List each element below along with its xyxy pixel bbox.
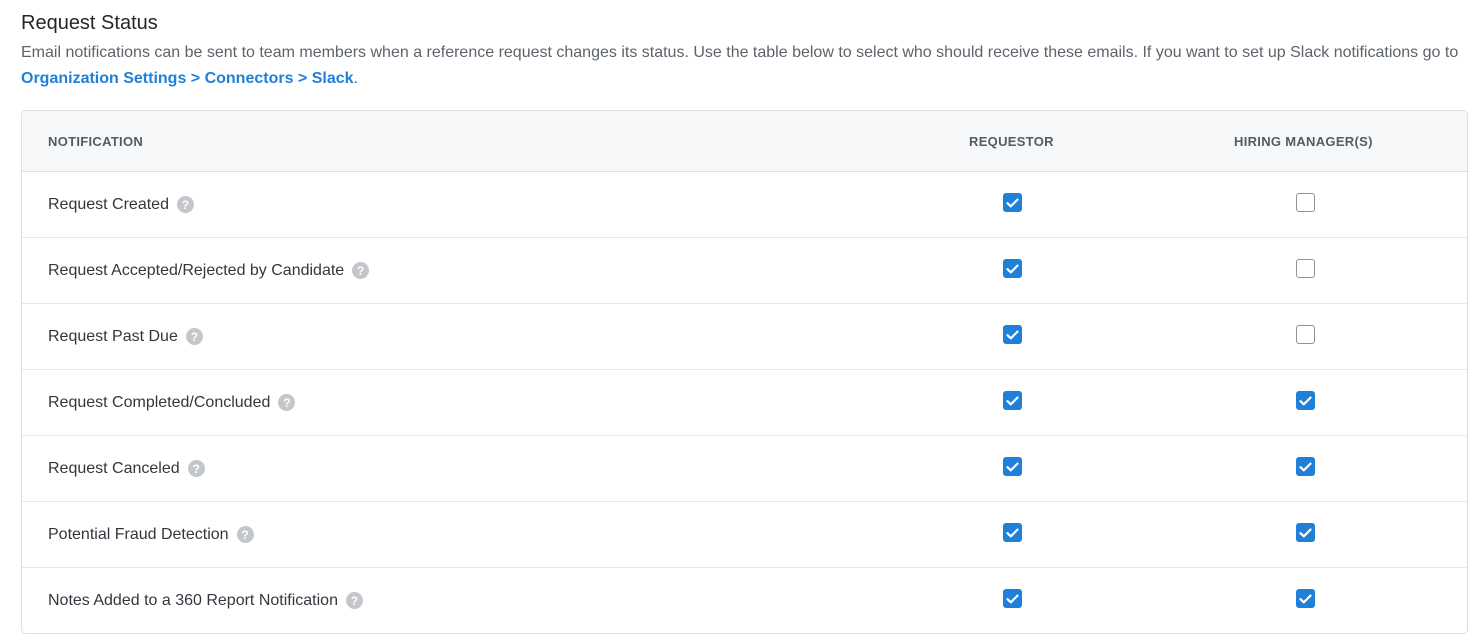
requestor-checkbox[interactable] — [1003, 589, 1022, 608]
section-title: Request Status — [21, 12, 158, 34]
requestor-checkbox[interactable] — [1003, 457, 1022, 476]
table-row: Notes Added to a 360 Report Notification… — [22, 568, 1467, 633]
question-circle-icon[interactable]: ? — [278, 394, 296, 411]
hiring-manager-checkbox[interactable] — [1296, 457, 1315, 476]
table-body: Request Created? Request Accepted/Rejecte… — [22, 172, 1467, 633]
header-notification: NOTIFICATION — [48, 133, 144, 149]
notification-label: Request Accepted/Rejected by Candidate — [48, 261, 345, 279]
notification-label: Request Canceled — [48, 459, 180, 477]
question-circle-icon[interactable]: ? — [187, 460, 205, 477]
slack-settings-link[interactable]: Organization Settings > Connectors > Sla… — [21, 70, 354, 87]
hiring-manager-checkbox[interactable] — [1296, 325, 1315, 344]
question-circle-icon[interactable]: ? — [185, 328, 203, 345]
requestor-checkbox[interactable] — [1003, 391, 1022, 410]
header-hiring-managers: HIRING MANAGER(S) — [1234, 133, 1373, 149]
notification-label: Request Past Due — [48, 327, 178, 345]
table-row: Request Past Due? — [22, 304, 1467, 370]
notification-cell: Request Canceled? — [22, 460, 862, 478]
requestor-checkbox[interactable] — [1003, 325, 1022, 344]
description-text: Email notifications can be sent to team … — [21, 44, 1459, 61]
notification-label: Potential Fraud Detection — [48, 525, 229, 543]
notification-cell: Request Created? — [22, 196, 862, 214]
question-circle-icon[interactable]: ? — [176, 196, 194, 213]
notification-cell: Request Completed/Concluded? — [22, 394, 862, 412]
notification-label: Request Created — [48, 195, 169, 213]
notification-table: NOTIFICATION REQUESTOR HIRING MANAGER(S)… — [21, 110, 1468, 634]
notification-cell: Notes Added to a 360 Report Notification… — [22, 592, 862, 610]
notification-cell: Request Past Due? — [22, 328, 862, 346]
requestor-checkbox[interactable] — [1003, 259, 1022, 278]
table-row: Request Created? — [22, 172, 1467, 238]
hiring-manager-checkbox[interactable] — [1296, 259, 1315, 278]
header-requestor: REQUESTOR — [969, 133, 1054, 149]
table-header: NOTIFICATION REQUESTOR HIRING MANAGER(S) — [22, 111, 1467, 172]
hiring-manager-checkbox[interactable] — [1296, 193, 1315, 212]
notification-label: Notes Added to a 360 Report Notification — [48, 591, 338, 609]
requestor-checkbox[interactable] — [1003, 523, 1022, 542]
requestor-checkbox[interactable] — [1003, 193, 1022, 212]
section-description: Email notifications can be sent to team … — [21, 40, 1461, 92]
notification-cell: Potential Fraud Detection? — [22, 526, 862, 544]
notification-label: Request Completed/Concluded — [48, 393, 271, 411]
description-end: . — [353, 70, 358, 87]
question-circle-icon[interactable]: ? — [352, 262, 370, 279]
hiring-manager-checkbox[interactable] — [1296, 391, 1315, 410]
hiring-manager-checkbox[interactable] — [1296, 589, 1315, 608]
request-status-section: Request Status Email notifications can b… — [21, 10, 1468, 634]
table-row: Potential Fraud Detection? — [22, 502, 1467, 568]
table-row: Request Completed/Concluded? — [22, 370, 1467, 436]
hiring-manager-checkbox[interactable] — [1296, 523, 1315, 542]
table-row: Request Canceled? — [22, 436, 1467, 502]
table-row: Request Accepted/Rejected by Candidate? — [22, 238, 1467, 304]
notification-cell: Request Accepted/Rejected by Candidate? — [22, 262, 862, 280]
question-circle-icon[interactable]: ? — [236, 526, 254, 543]
question-circle-icon[interactable]: ? — [345, 592, 363, 609]
